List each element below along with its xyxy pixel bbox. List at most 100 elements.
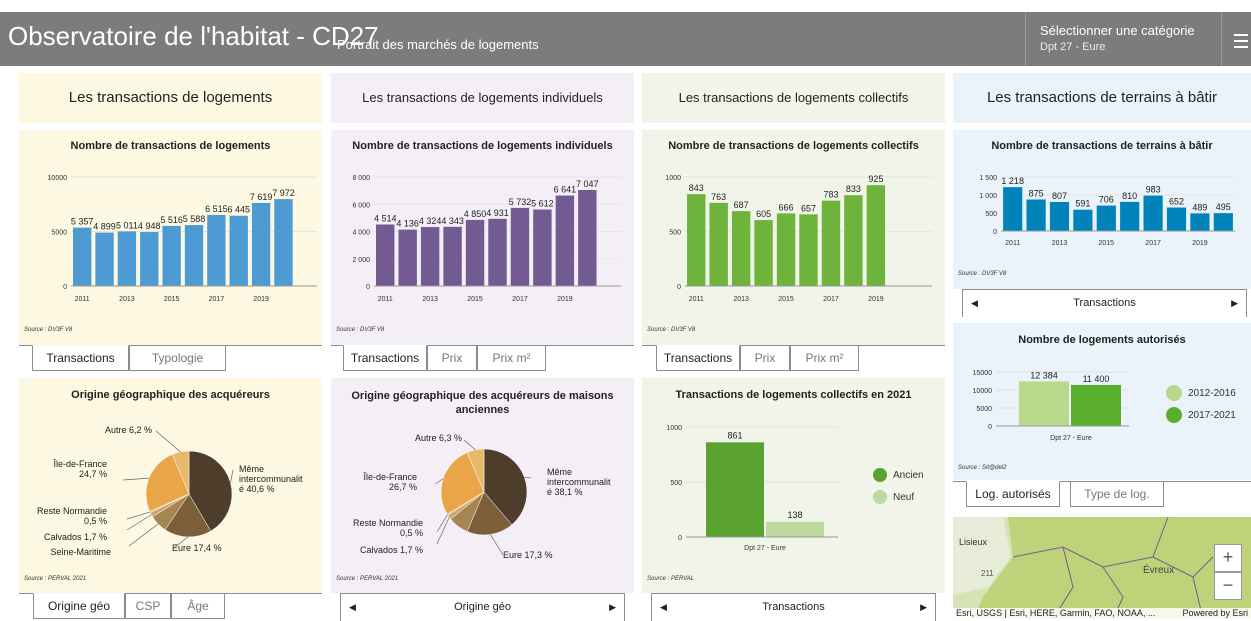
pie-label: Île-de-France 26,7 %: [362, 472, 417, 492]
category-selector[interactable]: Sélectionner une catégorie Dpt 27 - Eure: [1025, 12, 1221, 66]
bar-value-label: 925: [868, 174, 883, 184]
y-tick-label: 10000: [48, 175, 68, 182]
pie-chart-maisons: Même intercommunalit é 38,1 % Eure 17,3 % Ca…: [353, 433, 611, 560]
pie-label-line: 0,5 %: [400, 528, 423, 538]
tab-age[interactable]: Âge: [171, 593, 225, 619]
bar-chart-logements-autorises: 0 5000 10000 15000 12 384 11 400 Dpt 27 - Eure: [973, 370, 1129, 442]
tab-prix-m2[interactable]: Prix m²: [790, 345, 859, 371]
tab-transactions[interactable]: Transactions: [343, 345, 427, 371]
bar-value-label: 7 619: [250, 192, 273, 202]
legend-label: 2017-2021: [1188, 409, 1236, 421]
x-tick-label: 2015: [1099, 240, 1115, 247]
bar: [140, 232, 159, 286]
x-tick-label: 2019: [557, 296, 573, 303]
bar-value-label: 5 612: [531, 199, 554, 209]
tab-typologie[interactable]: Typologie: [129, 345, 226, 371]
bar-value-label: 4 899: [93, 222, 116, 232]
bar: [709, 202, 728, 286]
bar: [1120, 201, 1140, 231]
next-arrow-icon[interactable]: ▶: [1231, 290, 1238, 316]
pie-label: Autre 6,2 %: [105, 425, 152, 435]
pie-label-line: Seine-Maritime: [50, 547, 111, 557]
powered-by-esri[interactable]: Powered by Esri: [1182, 608, 1251, 619]
bar-chart-terrains: 0 500 1 000 1 500 1 218 875 807 591 706 810 983 652…: [979, 175, 1235, 247]
bar-value-label: 605: [756, 209, 771, 219]
tab-transactions[interactable]: Transactions: [656, 345, 740, 371]
x-tick-label: 2019: [868, 296, 884, 303]
menu-button[interactable]: [1221, 12, 1251, 66]
legend-item-neuf: Neuf: [873, 490, 914, 504]
zoom-out-button[interactable]: −: [1214, 572, 1242, 600]
x-tick-label: 2011: [378, 296, 393, 303]
bar-value-label: 4 324: [419, 216, 442, 226]
y-tick-label: 1 000: [979, 193, 997, 200]
pie-label-line: 24,7 %: [79, 469, 107, 479]
prev-arrow-icon[interactable]: ◀: [660, 594, 667, 620]
pie-label-line: Calvados 1,7 %: [360, 545, 423, 555]
x-tick-label: 2017: [1145, 240, 1161, 247]
tab-origine-geo[interactable]: Origine géo: [33, 593, 125, 619]
bar-value-label: 783: [823, 190, 838, 200]
bar: [731, 211, 751, 286]
chart-source: Source : PERVAL 2021: [24, 576, 87, 582]
map-view[interactable]: Lisieux Évreux 211: [953, 517, 1251, 619]
prev-arrow-icon[interactable]: ◀: [971, 290, 978, 316]
next-arrow-icon[interactable]: ▶: [609, 594, 616, 620]
tab-csp[interactable]: CSP: [125, 593, 171, 619]
y-tick-label: 0: [63, 284, 67, 291]
nav-label: Transactions: [762, 601, 825, 613]
bar: [533, 209, 552, 286]
tab-prix[interactable]: Prix: [740, 345, 790, 371]
zoom-in-button[interactable]: +: [1214, 544, 1242, 572]
tab-prix[interactable]: Prix: [427, 345, 477, 371]
next-arrow-icon[interactable]: ▶: [920, 594, 927, 620]
pie-label: Seine-Maritime: [50, 547, 111, 557]
nav-label: Transactions: [1073, 297, 1136, 309]
bar-value-label: 4 948: [138, 221, 161, 231]
legend-swatch: [873, 468, 887, 482]
bar: [510, 207, 530, 286]
tab-prix-m2[interactable]: Prix m²: [477, 345, 546, 371]
chart-source: Source : DV3F V8: [647, 327, 696, 333]
col1-header: Les transactions de logements: [19, 73, 322, 123]
bar-value-label: 5 516: [160, 215, 183, 225]
chart-title: Nombre de transactions de logements: [70, 140, 271, 152]
pie-label-line: Eure 17,3 %: [503, 550, 553, 560]
bar: [1213, 213, 1233, 231]
pie-label-line: 0,5 %: [84, 516, 107, 526]
nav-label: Origine géo: [454, 601, 511, 613]
chart-source: Source : DV3F V8: [958, 271, 1007, 277]
pie-chart-acquereurs: Même intercommunalit é 40,6 % Eure 17,4 % Se…: [37, 425, 303, 557]
pie-label-line: 26,7 %: [389, 482, 417, 492]
y-tick-label: 4 000: [352, 230, 370, 237]
leader-line: [122, 477, 150, 481]
leader-line: [126, 514, 152, 531]
chart-source: Source : DV3F V8: [336, 327, 385, 333]
y-tick-label: 10000: [973, 388, 993, 395]
bar: [488, 218, 507, 286]
pie-label: Reste Normandie 0,5 %: [37, 506, 107, 526]
bar: [1049, 201, 1070, 231]
pie-label-line: Reste Normandie: [353, 518, 423, 528]
tab-transactions[interactable]: Transactions: [32, 345, 129, 371]
pie-label: Autre 6,3 %: [415, 433, 462, 443]
y-tick-label: 500: [985, 211, 997, 218]
tab-bar: Origine géo CSP Âge: [19, 593, 322, 621]
legend-label: Neuf: [893, 491, 915, 503]
y-tick-label: 0: [677, 284, 681, 291]
y-tick-label: 0: [993, 229, 997, 236]
tab-log-autorises[interactable]: Log. autorisés: [966, 481, 1060, 507]
attribution-text: Esri, USGS | Esri, HERE, Garmin, FAO, NO…: [956, 608, 1156, 618]
col2-header: Les transactions de logements individuel…: [331, 73, 634, 123]
tab-type-de-log[interactable]: Type de log.: [1070, 481, 1164, 507]
pie-label-line: Reste Normandie: [37, 506, 107, 516]
x-tick-label: 2015: [467, 296, 483, 303]
bar: [1003, 187, 1023, 231]
prev-arrow-icon[interactable]: ◀: [349, 594, 356, 620]
bar: [376, 224, 395, 286]
bar: [1096, 205, 1116, 231]
col3-header: Les transactions de logements collectifs: [642, 73, 945, 123]
bar: [555, 195, 575, 286]
pie-label-line: Autre 6,2 %: [105, 425, 152, 435]
pie-label-line: Même: [547, 467, 572, 477]
